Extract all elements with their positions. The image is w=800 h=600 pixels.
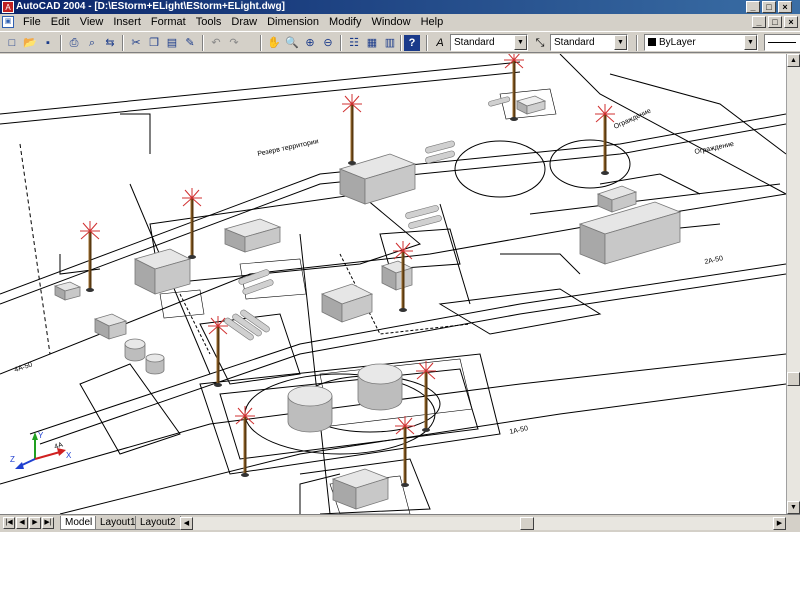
toolbar-separator xyxy=(636,35,638,51)
close-button[interactable]: × xyxy=(778,1,792,13)
scroll-right-icon[interactable]: ▶ xyxy=(773,517,786,530)
text-style-icon: A xyxy=(436,37,444,49)
vertical-scrollbar[interactable]: ▲ ▼ xyxy=(786,54,800,514)
undo-icon[interactable]: ↶ xyxy=(208,35,224,51)
scroll-up-icon[interactable]: ▲ xyxy=(787,54,800,67)
toolbar-separator xyxy=(426,35,428,51)
doc-minimize-button[interactable]: _ xyxy=(752,16,766,28)
dimension-style-value: Standard xyxy=(554,37,595,48)
ucs-z-label: Z xyxy=(10,455,15,464)
layout-tab-bar: |◀ ◀ ▶ ▶| Model Layout1 Layout2 ◀ ▶ xyxy=(0,514,800,532)
print-preview-icon[interactable]: ⌕ xyxy=(84,35,100,51)
ucs-y-label: Y xyxy=(38,431,44,440)
linetype-sample xyxy=(768,41,796,43)
autocad-window: A AutoCAD 2004 - [D:\EStorm+ELight\EStor… xyxy=(0,0,800,532)
drawing-document-icon[interactable]: ▣ xyxy=(2,16,14,28)
toolbar-separator xyxy=(260,35,262,51)
horizontal-scrollbar[interactable]: ◀ ▶ xyxy=(180,517,786,530)
menu-dimension[interactable]: Dimension xyxy=(262,15,324,29)
color-swatch xyxy=(648,38,656,46)
menu-bar: ▣ File Edit View Insert Format Tools Dra… xyxy=(0,14,800,30)
text-style-dropdown[interactable]: Standard ▼ xyxy=(450,34,528,51)
tab-model[interactable]: Model xyxy=(60,516,98,530)
copy-icon[interactable]: ❐ xyxy=(146,35,162,51)
zoom-window-icon[interactable]: ⊕ xyxy=(302,35,318,51)
note-reserve: Резерв территории xyxy=(257,138,319,158)
road-label-2a50: 2A-50 xyxy=(704,255,724,266)
doc-close-button[interactable]: × xyxy=(784,16,798,28)
note-fence-a: Ограждение xyxy=(694,141,735,156)
cut-icon[interactable]: ✂ xyxy=(128,35,144,51)
open-icon[interactable]: 📂 xyxy=(22,35,38,51)
design-center-icon[interactable]: ▦ xyxy=(364,35,380,51)
drawing-canvas[interactable]: 4A-50 4A 2A-50 1A-50 Резерв территории О… xyxy=(0,54,786,514)
window-title: AutoCAD 2004 - [D:\EStorm+ELight\EStorm+… xyxy=(16,1,285,12)
last-tab-icon[interactable]: ▶| xyxy=(42,517,54,529)
color-dropdown[interactable]: ByLayer ▼ xyxy=(644,34,758,51)
tool-palettes-icon[interactable]: ▥ xyxy=(382,35,398,51)
toolbar-separator xyxy=(202,35,204,51)
menu-file[interactable]: File xyxy=(18,15,46,29)
new-icon[interactable]: □ xyxy=(4,35,20,51)
toolbar-separator xyxy=(400,35,402,51)
toolbar-separator xyxy=(60,35,62,51)
standard-toolbar: □ 📂 ▪ ⎙ ⌕ ⇆ ✂ ❐ ▤ ✎ ↶ ↷ ✋ 🔍 ⊕ ⊖ ☷ ▦ ▥ ? … xyxy=(0,31,800,53)
ucs-x-label: X xyxy=(66,451,72,460)
road-label-4a50: 4A-50 xyxy=(13,361,33,373)
toolbar-separator xyxy=(122,35,124,51)
minimize-button[interactable]: _ xyxy=(746,1,760,13)
next-tab-icon[interactable]: ▶ xyxy=(29,517,41,529)
menu-insert[interactable]: Insert xyxy=(108,15,146,29)
zoom-realtime-icon[interactable]: 🔍 xyxy=(284,35,300,51)
pan-icon[interactable]: ✋ xyxy=(266,35,282,51)
color-value: ByLayer xyxy=(659,37,696,48)
doc-restore-button[interactable]: □ xyxy=(768,16,782,28)
prev-tab-icon[interactable]: ◀ xyxy=(16,517,28,529)
first-tab-icon[interactable]: |◀ xyxy=(3,517,15,529)
menu-tools[interactable]: Tools xyxy=(191,15,227,29)
help-icon[interactable]: ? xyxy=(404,35,420,51)
tab-layout1[interactable]: Layout1 xyxy=(95,516,141,530)
restore-button[interactable]: □ xyxy=(762,1,776,13)
site-plan-drawing: 4A-50 4A 2A-50 1A-50 Резерв территории О… xyxy=(0,54,786,514)
zoom-previous-icon[interactable]: ⊖ xyxy=(320,35,336,51)
menu-help[interactable]: Help xyxy=(416,15,449,29)
chevron-down-icon[interactable]: ▼ xyxy=(514,35,527,50)
menu-format[interactable]: Format xyxy=(146,15,191,29)
publish-icon[interactable]: ⇆ xyxy=(102,35,118,51)
title-bar: A AutoCAD 2004 - [D:\EStorm+ELight\EStor… xyxy=(0,0,800,14)
chevron-down-icon[interactable]: ▼ xyxy=(744,35,757,50)
dimension-style-dropdown[interactable]: Standard ▼ xyxy=(550,34,628,51)
dimension-style-icon: ⤡ xyxy=(535,37,545,49)
tab-layout2[interactable]: Layout2 xyxy=(135,516,181,530)
toolbar-separator xyxy=(340,35,342,51)
match-properties-icon[interactable]: ✎ xyxy=(182,35,198,51)
chevron-down-icon[interactable]: ▼ xyxy=(614,35,627,50)
print-icon[interactable]: ⎙ xyxy=(66,35,82,51)
paste-icon[interactable]: ▤ xyxy=(164,35,180,51)
menu-modify[interactable]: Modify xyxy=(324,15,366,29)
horizontal-scroll-thumb[interactable] xyxy=(520,517,534,530)
menu-view[interactable]: View xyxy=(75,15,109,29)
save-icon[interactable]: ▪ xyxy=(40,35,56,51)
road-label-1a50: 1A-50 xyxy=(509,425,529,436)
redo-icon[interactable]: ↷ xyxy=(226,35,242,51)
menu-edit[interactable]: Edit xyxy=(46,15,75,29)
ucs-axis-icon: Y X Z xyxy=(10,431,72,469)
text-style-value: Standard xyxy=(454,37,495,48)
scroll-left-icon[interactable]: ◀ xyxy=(180,517,193,530)
linetype-dropdown[interactable] xyxy=(764,34,800,51)
properties-icon[interactable]: ☷ xyxy=(346,35,362,51)
scroll-down-icon[interactable]: ▼ xyxy=(787,501,800,514)
vertical-scroll-thumb[interactable] xyxy=(787,372,800,386)
menu-window[interactable]: Window xyxy=(366,15,415,29)
menu-draw[interactable]: Draw xyxy=(226,15,262,29)
autocad-app-icon[interactable]: A xyxy=(2,1,14,13)
